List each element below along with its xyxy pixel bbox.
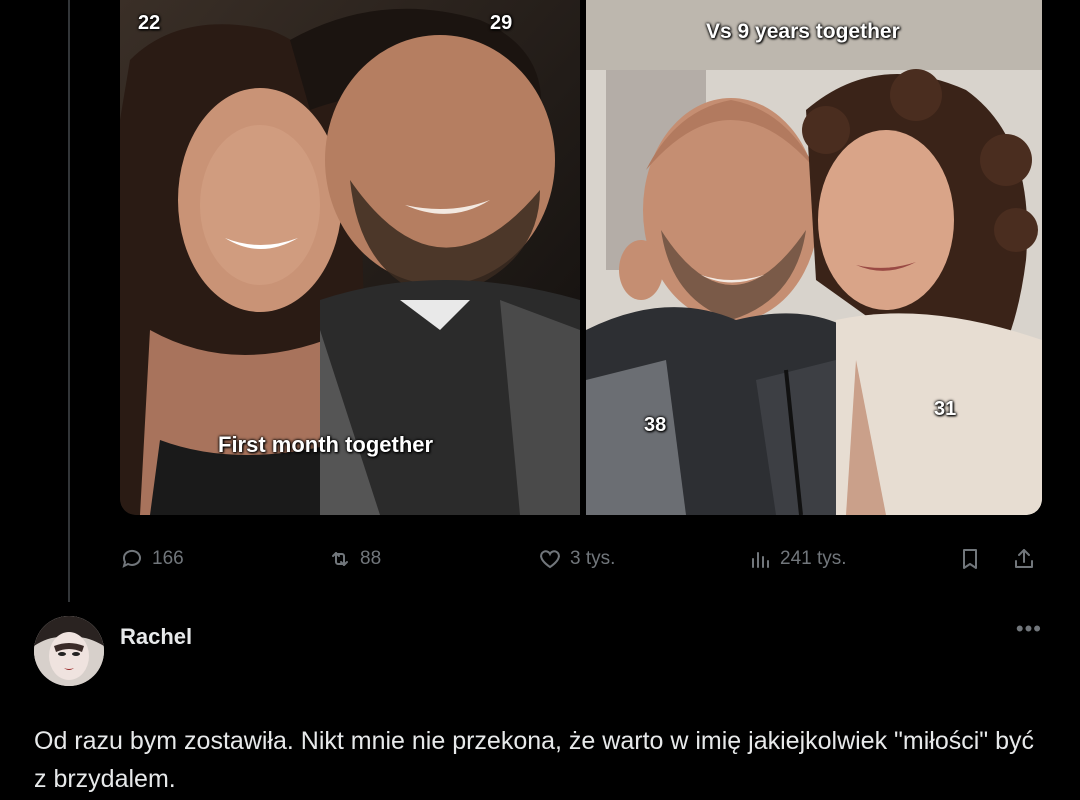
caption-first-month: First month together xyxy=(218,432,434,457)
heart-icon xyxy=(540,550,560,569)
bookmark-button[interactable] xyxy=(958,536,982,582)
reply-text: Od razu bym zostawiła. Nikt mnie nie prz… xyxy=(34,727,1035,793)
share-button[interactable] xyxy=(1012,536,1036,582)
age-label-man: 38 xyxy=(644,414,667,436)
reply-action[interactable]: 166 xyxy=(120,536,184,582)
bookmark-icon xyxy=(963,549,977,569)
reply-bubble-icon xyxy=(122,549,141,568)
user-avatar-image xyxy=(34,616,104,686)
post-action-bar: 166 88 3 tys. 241 tys. xyxy=(118,536,1048,582)
photo-nine-years[interactable]: Vs 9 years together 38 31 xyxy=(586,0,1042,515)
view-count: 241 tys. xyxy=(780,548,847,569)
couple-photo-right-image xyxy=(586,0,1042,515)
post-media-grid[interactable]: 22 29 First month together Vs 9 years to… xyxy=(120,0,1042,515)
age-label-woman: 31 xyxy=(934,398,957,420)
age-label-left: 22 xyxy=(138,12,161,34)
repost-action[interactable]: 88 xyxy=(328,536,381,582)
share-upload-icon xyxy=(1015,549,1033,568)
reply-post: Rachel ••• Od razu bym zostawiła. Nikt m… xyxy=(0,602,1080,800)
photo-first-month[interactable]: 22 29 First month together xyxy=(120,0,580,515)
repost-arrows-icon xyxy=(332,552,348,566)
repost-count: 88 xyxy=(360,548,382,569)
like-count: 3 tys. xyxy=(570,548,616,569)
views-action[interactable]: 241 tys. xyxy=(748,536,847,582)
reply-count: 166 xyxy=(152,548,184,569)
more-options-button[interactable]: ••• xyxy=(1016,616,1042,642)
avatar[interactable] xyxy=(34,616,104,686)
bar-chart-icon xyxy=(752,552,769,568)
age-label-right: 29 xyxy=(490,12,513,34)
thread-connector-line xyxy=(68,0,70,602)
reply-user-name[interactable]: Rachel xyxy=(120,624,192,650)
caption-nine-years: Vs 9 years together xyxy=(706,20,900,43)
like-action[interactable]: 3 tys. xyxy=(538,536,615,582)
